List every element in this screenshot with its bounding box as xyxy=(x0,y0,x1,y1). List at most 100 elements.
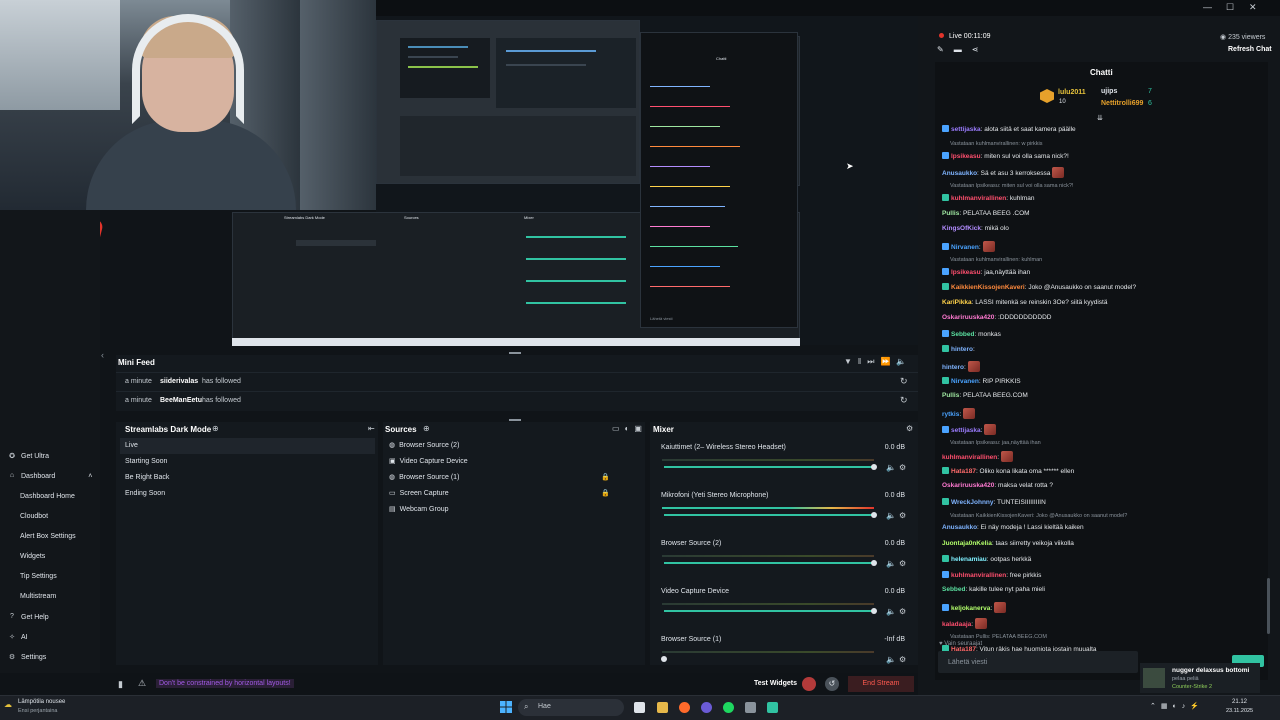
windows-start-icon[interactable] xyxy=(500,701,512,713)
source-controls[interactable]: ▭◐▣ xyxy=(612,424,647,433)
sidebar-item-get-ultra[interactable]: ✪ Get Ultra xyxy=(8,452,49,461)
volume-slider-handle[interactable] xyxy=(871,608,877,614)
refresh-chat-button[interactable]: Refresh Chat xyxy=(1228,46,1272,53)
share-icon[interactable]: ⋖ xyxy=(972,45,989,54)
resize-handle[interactable] xyxy=(509,352,521,354)
test-widgets-button[interactable]: Test Widgets xyxy=(754,680,797,687)
volume-icon[interactable]: 🔈 xyxy=(896,357,912,366)
chat-username[interactable]: KingsOfKick xyxy=(942,225,981,232)
gear-icon[interactable]: ⚙ xyxy=(899,511,906,520)
sidebar-item-tip-settings[interactable]: Tip Settings xyxy=(20,573,57,580)
sidebar-item-widgets[interactable]: Widgets xyxy=(20,553,45,560)
task-view-icon[interactable] xyxy=(634,702,645,713)
chat-username[interactable]: lpsikeasu xyxy=(951,153,981,160)
notification-toast[interactable]: nugger delaxsus bottomi pelaa peliä Coun… xyxy=(1140,663,1260,693)
file-explorer-icon[interactable] xyxy=(657,702,668,713)
alert-icon[interactable]: ⚠ xyxy=(138,678,146,689)
source-item[interactable]: ▤ Webcam Group xyxy=(387,502,637,518)
chat-username[interactable]: kuhlmanvirallinen xyxy=(951,572,1006,579)
volume-slider-handle[interactable] xyxy=(871,560,877,566)
add-scene-icon[interactable]: ⊕ xyxy=(212,424,219,433)
lock-icon[interactable]: 🔒 xyxy=(601,470,610,486)
source-item[interactable]: ◍ Browser Source (2) xyxy=(387,438,637,454)
replay-buffer-icon[interactable]: ↺ xyxy=(825,677,839,691)
scene-item-ending[interactable]: Ending Soon xyxy=(120,486,375,502)
chat-username[interactable]: keljokanerva xyxy=(951,605,990,612)
chat-username[interactable]: Anusaukko xyxy=(942,524,977,531)
volume-slider[interactable] xyxy=(664,610,874,612)
chat-username[interactable]: Pullis xyxy=(942,392,959,399)
sidebar-item-multistream[interactable]: Multistream xyxy=(20,593,56,600)
chat-username[interactable]: hintero xyxy=(951,346,973,353)
taskbar-search[interactable]: ⌕ Hae xyxy=(518,699,624,716)
chat-username[interactable]: settijaska xyxy=(951,427,981,434)
chat-username[interactable]: Pullis xyxy=(942,210,959,217)
speaker-icon[interactable]: 🔈 xyxy=(886,511,896,520)
clock-time[interactable]: 21.12 xyxy=(1232,699,1247,705)
gear-icon[interactable]: ⚙ xyxy=(899,607,906,616)
chat-username[interactable]: Sebbed xyxy=(951,331,974,338)
volume-slider-handle[interactable] xyxy=(871,512,877,518)
system-tray[interactable]: ⌃▦◐♪⚡ xyxy=(1150,702,1204,710)
gear-icon[interactable]: ⚙ xyxy=(899,655,906,664)
chat-username[interactable]: kaladaaja xyxy=(942,621,971,628)
add-source-icon[interactable]: ⊕ xyxy=(423,424,430,433)
close-button[interactable]: ✕ xyxy=(1249,2,1257,13)
volume-slider-handle[interactable] xyxy=(871,464,877,470)
chat-username[interactable]: Nirvanen xyxy=(951,378,979,385)
chat-username[interactable]: kuhlmanvirallinen xyxy=(951,195,1006,202)
chat-username[interactable]: kuhlmanvirallinen xyxy=(942,454,997,461)
scene-item-live[interactable]: Live xyxy=(120,438,375,454)
gear-icon[interactable]: ⚙ xyxy=(899,463,906,472)
source-item[interactable]: ▭ Screen Capture 🔒 xyxy=(387,486,637,502)
sidebar-item-alert-box[interactable]: Alert Box Settings xyxy=(20,533,76,540)
forward-icon[interactable]: ⏩ xyxy=(880,357,896,366)
replay-icon[interactable]: ↻ xyxy=(900,376,908,387)
end-stream-button[interactable]: End Stream xyxy=(848,676,914,692)
volume-slider[interactable] xyxy=(664,562,874,564)
tip-banner[interactable]: Don't be constrained by horizontal layou… xyxy=(156,679,294,688)
stats-icon[interactable]: ▮ xyxy=(118,679,123,690)
chat-input[interactable]: Lähetä viesti xyxy=(938,651,1138,673)
discord-icon[interactable] xyxy=(701,702,712,713)
chat-username[interactable]: Sebbed xyxy=(942,586,965,593)
app-icon[interactable] xyxy=(745,702,756,713)
scene-item-starting-soon[interactable]: Starting Soon xyxy=(120,454,375,470)
chevron-down-icon[interactable]: ⇊ xyxy=(1097,114,1103,122)
minimize-button[interactable]: — xyxy=(1203,2,1212,12)
chat-username[interactable]: Oskariruuska420 xyxy=(942,314,994,321)
record-icon[interactable] xyxy=(802,677,816,691)
scene-item-brb[interactable]: Be Right Back xyxy=(120,470,375,486)
spotify-icon[interactable] xyxy=(723,702,734,713)
folder-icon[interactable]: ▬ xyxy=(954,45,972,54)
pen-icon[interactable]: ✎ xyxy=(937,45,954,54)
lock-icon[interactable]: 🔒 xyxy=(601,486,610,502)
collapse-icon[interactable]: ⇤ xyxy=(368,424,375,433)
chat-username[interactable]: KariPikka xyxy=(942,299,972,306)
pause-icon[interactable]: ‖ xyxy=(858,357,867,366)
firefox-icon[interactable] xyxy=(679,702,690,713)
chat-username[interactable]: hintero xyxy=(942,364,964,371)
collapse-left-icon[interactable]: ‹ xyxy=(101,350,104,360)
chat-username[interactable]: helenamiau xyxy=(951,556,987,563)
chat-username[interactable]: WreckJohnny xyxy=(951,499,994,506)
resize-handle[interactable] xyxy=(509,419,521,421)
sidebar-item-ai[interactable]: ✧ AI xyxy=(8,633,28,642)
skip-icon[interactable]: ⏭ xyxy=(867,357,880,366)
clock-date[interactable]: 23.11.2025 xyxy=(1226,708,1253,714)
source-item[interactable]: ◍ Browser Source (1) 🔒 xyxy=(387,470,637,486)
chat-username[interactable]: Oskariruuska420 xyxy=(942,482,994,489)
volume-slider-handle[interactable] xyxy=(661,656,667,662)
chat-username[interactable]: Anusaukko xyxy=(942,170,977,177)
chat-username[interactable]: Nirvanen xyxy=(951,244,979,251)
sidebar-item-cloudbot[interactable]: Cloudbot xyxy=(20,513,48,520)
replay-icon[interactable]: ↻ xyxy=(900,395,908,406)
sidebar-item-get-help[interactable]: ? Get Help xyxy=(8,613,49,621)
gear-icon[interactable]: ⚙ xyxy=(899,559,906,568)
sidebar-item-settings[interactable]: ⚙ Settings xyxy=(8,653,46,662)
chat-username[interactable]: settijaska xyxy=(951,126,981,133)
volume-slider[interactable] xyxy=(664,514,874,516)
gear-icon[interactable]: ⚙ xyxy=(906,424,913,433)
streamlabs-icon[interactable] xyxy=(767,702,778,713)
chat-username[interactable]: rytkis xyxy=(942,411,959,418)
